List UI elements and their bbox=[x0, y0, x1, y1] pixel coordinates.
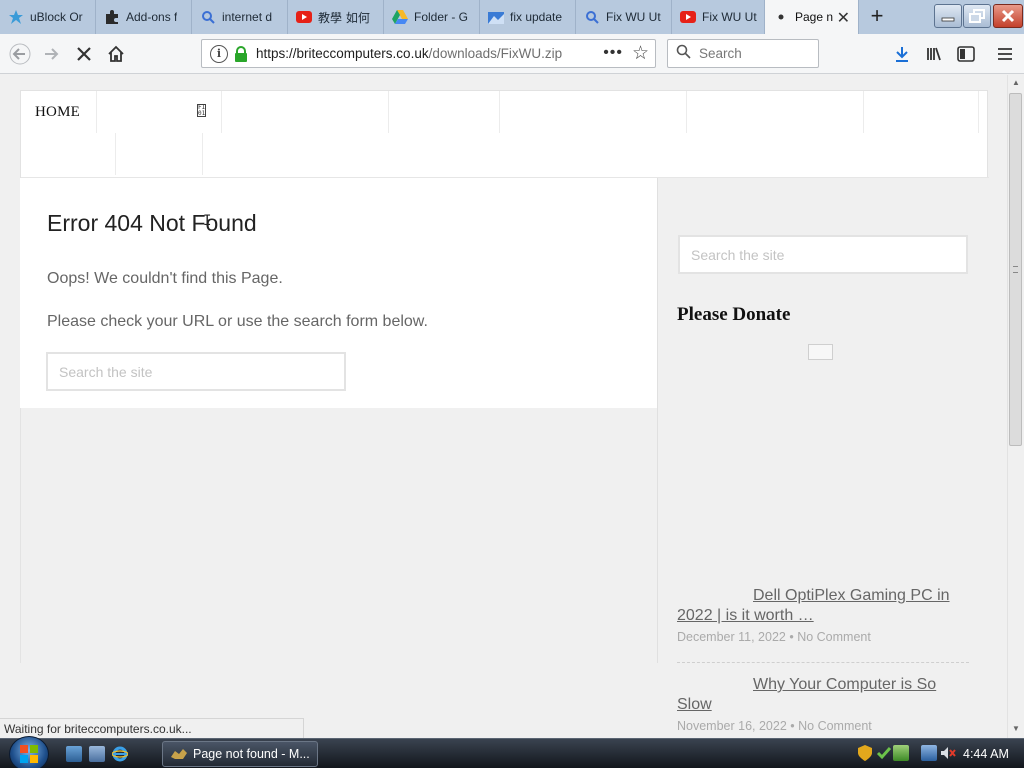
check-tray-icon[interactable] bbox=[876, 745, 892, 761]
back-arrow-icon bbox=[9, 43, 31, 65]
site-navigation-menu: HOME FI 01 bbox=[20, 90, 989, 178]
dot-icon bbox=[773, 9, 789, 25]
back-button[interactable] bbox=[6, 40, 34, 68]
site-icon bbox=[488, 9, 504, 25]
search-icon bbox=[676, 44, 691, 64]
volume-muted-icon[interactable] bbox=[940, 745, 956, 761]
scroll-up-icon[interactable]: ▲ bbox=[1010, 78, 1022, 90]
library-button[interactable] bbox=[920, 40, 948, 68]
error-message: Oops! We couldn't find this Page. bbox=[47, 270, 283, 287]
close-tab-icon[interactable]: ✕ bbox=[837, 8, 850, 28]
post-title-link[interactable]: Why Your Computer is So Slow bbox=[677, 675, 969, 715]
switch-windows-icon[interactable] bbox=[89, 746, 105, 762]
menu-cell[interactable] bbox=[116, 133, 203, 175]
windows-update-tray-icon[interactable] bbox=[893, 745, 909, 761]
new-tab-button[interactable]: + bbox=[863, 4, 891, 30]
restore-button[interactable] bbox=[963, 4, 991, 28]
show-desktop-icon[interactable] bbox=[66, 746, 82, 762]
youtube-icon bbox=[296, 9, 312, 25]
menu-button[interactable] bbox=[991, 40, 1019, 68]
address-bar[interactable]: i https://briteccomputers.co.uk/download… bbox=[201, 39, 656, 68]
post-meta: November 16, 2022 • No Comment bbox=[677, 719, 872, 733]
window-close-button[interactable] bbox=[993, 4, 1023, 28]
bookmark-star-icon[interactable]: ☆ bbox=[632, 42, 649, 65]
post-item: Why Your Computer is So Slow November 16… bbox=[677, 675, 969, 733]
search-icon bbox=[584, 9, 600, 25]
menu-cell[interactable] bbox=[389, 91, 500, 133]
stop-icon bbox=[77, 47, 91, 61]
home-button[interactable] bbox=[102, 40, 130, 68]
post-item: Dell OptiPlex Gaming PC in 2022 | is it … bbox=[677, 586, 969, 644]
ublock-icon bbox=[8, 9, 24, 25]
start-button[interactable] bbox=[9, 736, 49, 768]
lock-icon[interactable] bbox=[234, 45, 248, 62]
library-icon bbox=[927, 47, 941, 61]
sidebar-button[interactable] bbox=[952, 40, 980, 68]
tab-internet[interactable]: internet d bbox=[192, 0, 288, 34]
minimize-button[interactable] bbox=[934, 4, 962, 28]
forward-arrow-icon bbox=[45, 48, 59, 60]
menu-missing-glyph-icon: FI 01 bbox=[197, 104, 206, 117]
sidebar: Please Donate Dell OptiPlex Gaming PC in… bbox=[657, 178, 987, 733]
tab-drive-folder[interactable]: Folder - G bbox=[384, 0, 480, 34]
browser-search-box[interactable] bbox=[667, 39, 819, 68]
browser-search-input[interactable] bbox=[699, 46, 809, 61]
windows-logo-icon bbox=[20, 745, 38, 763]
home-icon bbox=[108, 45, 124, 62]
url-text[interactable]: https://briteccomputers.co.uk/downloads/… bbox=[256, 46, 562, 61]
tab-fix-wu-search[interactable]: Fix WU Ut bbox=[576, 0, 672, 34]
puzzle-icon bbox=[104, 9, 120, 25]
menu-cell[interactable] bbox=[222, 91, 389, 133]
network-icon[interactable] bbox=[921, 745, 937, 761]
status-bar: Waiting for briteccomputers.co.uk... bbox=[0, 718, 304, 738]
stop-button[interactable] bbox=[70, 40, 98, 68]
firefox-window-icon bbox=[171, 747, 187, 761]
tab-fix-update[interactable]: fix update bbox=[480, 0, 576, 34]
error-title: Error 404 Not Found bbox=[47, 210, 257, 236]
main-content: Error 404 Not Found Oops! We couldn't fi… bbox=[20, 178, 657, 408]
forward-button[interactable] bbox=[38, 40, 66, 68]
windows-taskbar: Page not found - M... 4:44 AM bbox=[0, 736, 1024, 768]
menu-cell bbox=[21, 91, 97, 133]
security-shield-icon[interactable] bbox=[858, 745, 874, 761]
info-icon[interactable]: i bbox=[210, 44, 228, 63]
menu-cell[interactable] bbox=[864, 91, 979, 133]
sidebar-search-input[interactable] bbox=[678, 235, 968, 274]
taskbar-window-button[interactable]: Page not found - M... bbox=[162, 741, 318, 767]
youtube-icon bbox=[680, 9, 696, 25]
downloads-button[interactable] bbox=[888, 40, 916, 68]
taskbar-clock[interactable]: 4:44 AM bbox=[963, 747, 1009, 761]
hamburger-menu-icon bbox=[998, 48, 1012, 60]
content-blank-area bbox=[20, 408, 657, 663]
page-actions-icon[interactable]: ••• bbox=[603, 44, 623, 62]
tab-youtube-teaching[interactable]: 教學 如何 bbox=[288, 0, 384, 34]
navigation-toolbar: i https://briteccomputers.co.uk/download… bbox=[0, 34, 1024, 74]
menu-cell[interactable] bbox=[687, 91, 864, 133]
sidebar-toggle-icon bbox=[957, 46, 975, 62]
search-icon bbox=[200, 9, 216, 25]
tab-addons[interactable]: Add-ons f bbox=[96, 0, 192, 34]
tab-strip: uBlock Or Add-ons f internet d 教學 如何 Fol… bbox=[0, 0, 1024, 34]
donate-button[interactable] bbox=[808, 344, 833, 360]
post-meta: December 11, 2022 • No Comment bbox=[677, 630, 871, 644]
download-icon bbox=[896, 47, 908, 62]
text-cursor-icon: I bbox=[203, 213, 212, 229]
error-instructions: Please check your URL or use the search … bbox=[47, 313, 428, 330]
menu-cell[interactable] bbox=[21, 133, 116, 175]
menu-cell[interactable] bbox=[500, 91, 687, 133]
scroll-down-icon[interactable]: ▼ bbox=[1010, 724, 1022, 736]
drive-icon bbox=[392, 9, 408, 25]
internet-explorer-icon[interactable] bbox=[111, 746, 129, 762]
post-divider bbox=[677, 662, 969, 663]
content-search-input[interactable] bbox=[46, 352, 346, 391]
tab-fix-wu-youtube[interactable]: Fix WU Ut bbox=[672, 0, 765, 34]
donate-heading: Please Donate bbox=[677, 304, 791, 325]
page-scrollbar-thumb[interactable] bbox=[1009, 93, 1022, 446]
tab-ublock[interactable]: uBlock Or bbox=[0, 0, 96, 34]
post-title-link[interactable]: Dell OptiPlex Gaming PC in 2022 | is it … bbox=[677, 586, 969, 626]
tab-page-not-found[interactable]: Page n ✕ bbox=[765, 0, 859, 34]
